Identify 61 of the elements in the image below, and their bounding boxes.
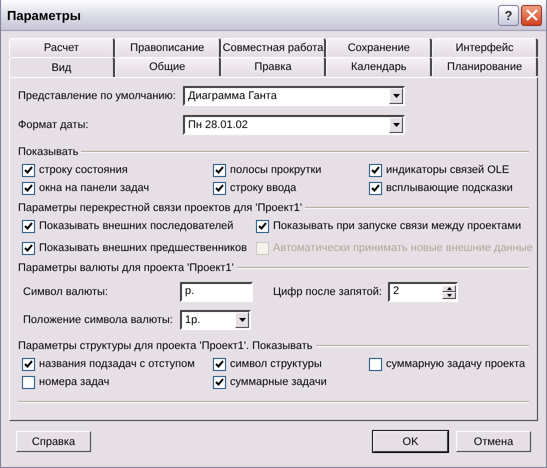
checkbox[interactable] (22, 220, 35, 232)
dialog-button[interactable]: OK (373, 431, 448, 452)
checkbox-label: строку ввода (230, 182, 296, 194)
checkbox-label: Автоматически принимать новые внешние данные (273, 242, 533, 254)
tab[interactable]: Правописание (114, 38, 221, 57)
tab[interactable]: Интерфейс (432, 38, 538, 57)
field-label: Представление по умолчанию: (18, 90, 177, 102)
tab[interactable]: Расчет (9, 38, 115, 57)
tab[interactable]: Сохранение (326, 38, 432, 57)
window-title: Параметры (7, 8, 81, 22)
checkbox-label: Показывать при запуске связи между проектами (273, 220, 522, 232)
spin-field[interactable]: 2 (388, 282, 458, 302)
checkbox-label: полосы прокрутки (230, 164, 322, 176)
checkbox[interactable] (22, 164, 35, 176)
checkbox-label: Показывать внешних последователей (39, 220, 234, 232)
field-label: Цифр после запятой: (273, 286, 383, 298)
checkbox[interactable] (22, 182, 35, 194)
checkbox[interactable] (369, 182, 382, 194)
checkbox[interactable] (213, 164, 226, 176)
checkbox[interactable] (256, 220, 269, 232)
spin-arrows-icon[interactable] (442, 285, 456, 299)
dropdown[interactable]: Пн 28.01.02 (183, 115, 405, 135)
checkbox-label: Показывать внешних предшественников (39, 242, 247, 254)
tab[interactable]: Вид (9, 57, 115, 77)
tab[interactable]: Совместная работа (220, 38, 326, 57)
checkbox[interactable] (213, 376, 226, 388)
dialog-button[interactable]: Справка (16, 431, 91, 452)
group-title: Параметры валюты для проекта 'Проект1' (18, 262, 234, 274)
close-icon (526, 9, 538, 21)
checkbox-label: индикаторы связей OLE (386, 164, 510, 176)
group-title: Показывать (18, 146, 78, 158)
tab[interactable]: Общие (114, 57, 221, 76)
tab[interactable]: Календарь (326, 57, 432, 76)
group-title: Параметры структуры для проекта 'Проект1'. Показывать (18, 340, 313, 352)
checkbox[interactable] (369, 358, 382, 370)
checkbox-label: названия подзадач с отступом (39, 358, 195, 370)
field-label: Формат даты: (18, 119, 90, 131)
tab[interactable]: Правка (220, 57, 326, 76)
dialog-button[interactable]: Отмена (456, 431, 531, 452)
checkbox[interactable] (22, 358, 35, 370)
tab[interactable]: Планирование (432, 57, 538, 76)
checkbox[interactable] (213, 358, 226, 370)
help-button[interactable]: ? (498, 4, 519, 26)
checkbox[interactable] (213, 182, 226, 194)
field-label: Положение символа валюты: (23, 314, 174, 326)
dropdown[interactable]: 1р. (180, 310, 251, 330)
field-label: Символ валюты: (23, 286, 109, 298)
checkbox[interactable] (369, 164, 382, 176)
input-field[interactable]: р. (180, 282, 253, 302)
checkbox-label: окна на панели задач (39, 182, 150, 194)
checkbox-label: строку состояния (39, 164, 128, 176)
checkbox-label: символ структуры (230, 358, 322, 370)
group-title: Параметры перекрестной связи проектов для 'Проект1' (18, 202, 302, 214)
dropdown[interactable]: Диаграмма Ганта (183, 86, 405, 106)
checkbox[interactable] (22, 242, 35, 254)
checkbox-label: суммарные задачи (230, 376, 327, 388)
checkbox-label: номера задач (39, 376, 110, 388)
checkbox-label: суммарную задачу проекта (386, 358, 526, 370)
checkbox[interactable] (22, 376, 35, 388)
checkbox-label: всплывающие подсказки (386, 182, 513, 194)
close-button[interactable] (521, 4, 542, 26)
